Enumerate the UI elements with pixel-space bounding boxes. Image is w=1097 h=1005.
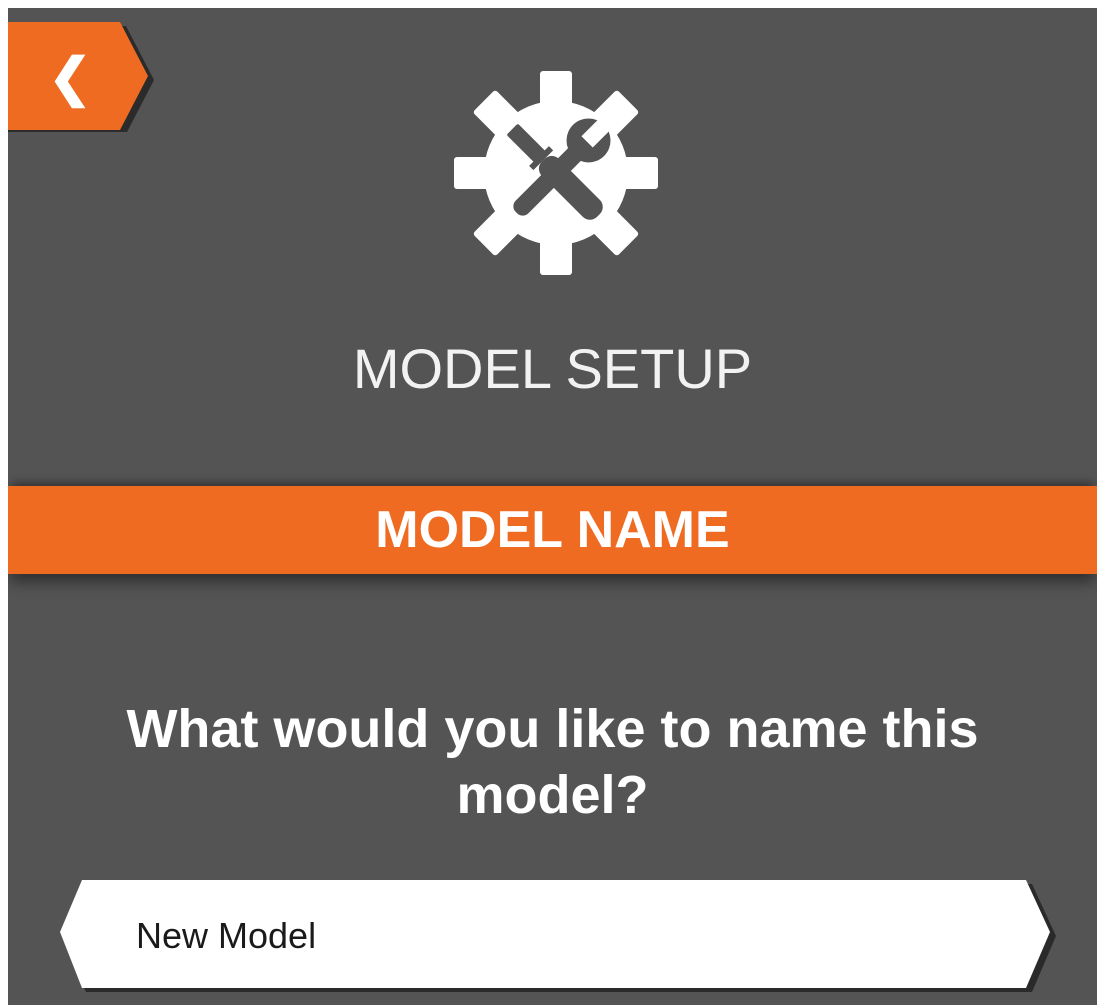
back-button-shape: ❮ — [8, 22, 154, 132]
screen: ❮ MODEL SETUP MODEL NAME What would you … — [8, 8, 1097, 1005]
model-name-input[interactable]: New Model — [60, 880, 1058, 992]
gear-wrench-screwdriver-icon — [454, 71, 658, 275]
page-title: MODEL SETUP — [352, 337, 753, 400]
section-banner-label: MODEL NAME — [375, 501, 730, 559]
back-button[interactable]: ❮ — [8, 22, 158, 132]
name-prompt: What would you like to name this model? — [126, 699, 979, 825]
section-banner: MODEL NAME — [8, 486, 1097, 574]
model-name-value: New Model — [136, 915, 317, 956]
chevron-left-icon: ❮ — [48, 49, 92, 109]
